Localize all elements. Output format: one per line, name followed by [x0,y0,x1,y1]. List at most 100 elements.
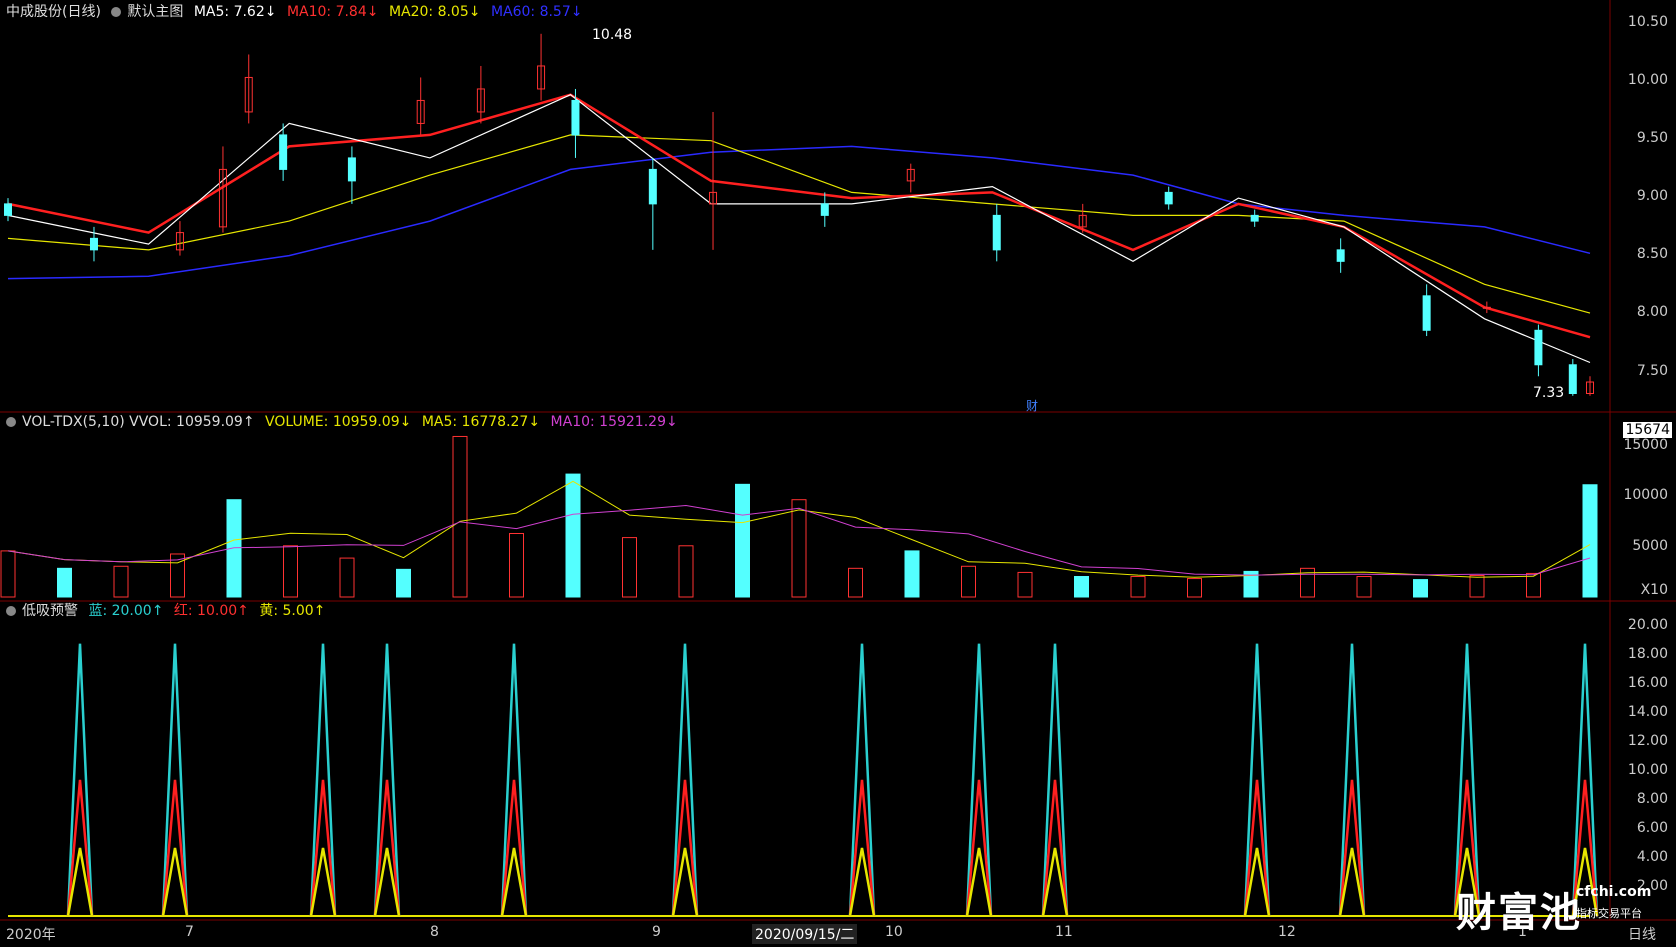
vol-tick: 5000 [1632,538,1668,554]
ma-line-ma60 [7,145,1591,280]
candle-body [1422,295,1431,331]
volume-bar [1413,579,1428,598]
volume-bar [339,557,355,598]
chart-canvas [0,0,1676,921]
volume-bar [735,483,750,598]
candle-body [1534,329,1543,366]
candle-body [571,99,580,136]
price-tick: 8.50 [1636,246,1668,262]
vol-current-badge: 15674 [1623,422,1672,438]
volume-bar [452,435,468,598]
volume-bar [0,550,16,598]
indicator-header: 低吸预警 蓝: 20.00↑ 红: 10.00↑ 黄: 5.00↑ [6,602,331,620]
candle-body [992,214,1001,251]
high-annotation: 10.48 [592,27,633,43]
ma60-label: MA60: 8.57↓ [490,4,583,20]
volume-bar [565,473,581,598]
cursor-date: 2020/09/15/二 [752,924,858,944]
volume-bar [57,567,72,598]
vol-ma10-line [7,504,1591,576]
volume-bar [1187,578,1202,598]
vol-unit: X10 [1640,582,1668,598]
vol-ma5-line [7,480,1591,578]
vol-name: VOL-TDX(5,10) VVOL: 10959.09↑ [22,414,255,430]
watermark-tagline: 指标交易平台 [1576,907,1642,920]
candle-body [1250,214,1259,222]
ma10-label: MA10: 7.84↓ [286,4,379,20]
ind-tick: 14.00 [1627,704,1668,720]
volume-bar [1469,574,1485,598]
x-label: 8 [430,924,439,940]
price-tick: 10.00 [1627,72,1668,88]
candle-body [347,157,356,182]
volume-bar [283,545,298,598]
ind-settings-icon[interactable] [6,606,16,616]
candle-body [279,134,288,170]
ind-tick: 10.00 [1627,762,1668,778]
volume-bar [113,565,129,598]
volume-bar [848,567,863,598]
volume-bar [1356,576,1372,598]
x-label: 12 [1278,924,1296,940]
volume-bar [1526,572,1541,598]
period-label[interactable]: 日线 [1628,924,1656,944]
vol-volume-label: VOLUME: 10959.09↓ [265,414,412,430]
price-tick: 10.50 [1627,14,1668,30]
candle-body [1568,364,1577,395]
chart-name[interactable]: 默认主图 [127,4,183,20]
volume-bar [1582,484,1598,598]
vol-tick: 10000 [1623,487,1668,503]
volume-bar [791,499,807,598]
ind-blue-label: 蓝: 20.00↑ [88,603,164,619]
x-label: 9 [652,924,661,940]
volume-bar [904,550,920,598]
volume-header: VOL-TDX(5,10) VVOL: 10959.09↑ VOLUME: 10… [6,413,684,431]
volume-bar [396,568,411,598]
vol-settings-icon[interactable] [6,417,16,427]
ind-tick: 18.00 [1627,646,1668,662]
volume-bar [961,565,976,598]
ind-name: 低吸预警 [22,603,78,619]
price-tick: 9.50 [1636,130,1668,146]
ma5-label: MA5: 7.62↓ [193,4,277,20]
cai-marker: 财 [1026,399,1039,413]
ind-tick: 4.00 [1636,849,1668,865]
ma20-label: MA20: 8.05↓ [388,4,481,20]
candle-body [1164,191,1173,205]
candle-body [820,203,829,216]
stock-title: 中成股份(日线) [6,4,101,20]
ind-yellow-label: 黄: 5.00↑ [259,603,326,619]
candle-body [1482,306,1491,309]
ma-line-ma5 [7,94,1591,364]
ind-tick: 20.00 [1627,617,1668,633]
vol-tick: 15000 [1623,437,1668,453]
x-label: 10 [885,924,903,940]
watermark-logo: 财富池 [1456,890,1582,936]
candle-body [1336,249,1345,262]
volume-bar [1130,576,1146,598]
volume-bar [1017,571,1033,598]
x-label: 7 [185,924,194,940]
x-label: 11 [1055,924,1073,940]
ind-tick: 12.00 [1627,733,1668,749]
price-tick: 8.00 [1636,304,1668,320]
x-label: 2020年 [6,927,56,943]
candle-body [648,168,657,205]
ind-tick: 6.00 [1636,820,1668,836]
ind-tick: 8.00 [1636,791,1668,807]
candle-body [89,237,98,251]
ind-tick: 16.00 [1627,675,1668,691]
volume-bar [678,545,694,598]
settings-icon[interactable] [111,7,122,17]
vol-ma10-label: MA10: 15921.29↓ [550,414,678,430]
main-chart-header: 中成股份(日线) 默认主图 MA5: 7.62↓ MA10: 7.84↓ MA2… [6,3,588,21]
volume-bar [509,532,524,598]
price-tick: 7.50 [1636,363,1668,379]
low-annotation: 7.33 [1533,385,1565,401]
price-tick: 9.00 [1636,188,1668,204]
watermark-site: cfchi.com [1576,884,1652,900]
volume-bar [622,537,637,598]
candle-body [4,203,12,216]
vol-ma5-label: MA5: 16778.27↓ [421,414,541,430]
ind-red-label: 红: 10.00↑ [173,603,249,619]
